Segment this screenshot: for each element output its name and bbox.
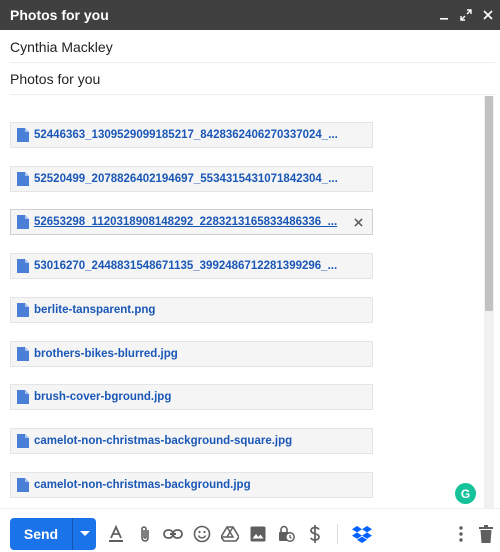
more-vert-icon: [459, 526, 463, 542]
close-button[interactable]: [478, 5, 498, 25]
insert-photo-button[interactable]: [246, 522, 270, 546]
attachment-chip[interactable]: camelot-non-christmas-background-square.…: [10, 428, 373, 454]
attachment-name[interactable]: 52446363_1309529099185217_84283624062703…: [34, 129, 372, 141]
send-label: Send: [10, 518, 73, 550]
insert-link-button[interactable]: [161, 522, 185, 546]
attachment-name[interactable]: camelot-non-christmas-background-square.…: [34, 435, 372, 447]
send-button[interactable]: Send: [10, 518, 96, 550]
attachment-name[interactable]: brothers-bikes-blurred.jpg: [34, 348, 372, 360]
emoji-icon: [193, 525, 211, 543]
grammarly-button[interactable]: G: [455, 483, 476, 504]
attachment-name[interactable]: camelot-non-christmas-background.jpg: [34, 479, 372, 491]
close-icon: [353, 217, 363, 227]
paperclip-icon: [141, 526, 149, 542]
attachment-name[interactable]: 53016270_2448831548671135_39924867122813…: [34, 260, 372, 272]
remove-attachment-button[interactable]: [348, 212, 368, 232]
attachment-chip[interactable]: 52446363_1309529099185217_84283624062703…: [10, 122, 373, 148]
send-money-button[interactable]: [303, 522, 327, 546]
lock-clock-icon: [279, 525, 295, 542]
compose-titlebar: Photos for you: [0, 0, 500, 30]
attachment-name[interactable]: berlite-tansparent.png: [34, 304, 372, 316]
file-icon: [17, 215, 29, 229]
dropbox-icon: [352, 526, 372, 543]
attachment-name[interactable]: 52653298_1120318908148292_22832131658334…: [34, 216, 348, 228]
trash-icon: [479, 525, 493, 543]
attachment-chip[interactable]: brothers-bikes-blurred.jpg: [10, 341, 373, 367]
file-icon: [17, 347, 29, 361]
recipients-field[interactable]: Cynthia Mackley: [10, 31, 495, 63]
grammarly-icon: G: [460, 486, 471, 501]
dollar-icon: [310, 525, 320, 543]
attachment-name[interactable]: 52520499_2078826402194697_55343154310718…: [34, 173, 372, 185]
file-icon: [17, 172, 29, 186]
recipient-name: Cynthia Mackley: [10, 38, 113, 55]
toolbar-divider: [337, 524, 338, 544]
attachment-chip[interactable]: 52520499_2078826402194697_55343154310718…: [10, 166, 373, 192]
more-send-options-button[interactable]: [73, 518, 96, 550]
drive-icon: [221, 526, 239, 542]
attach-files-button[interactable]: [133, 522, 157, 546]
attachment-chip[interactable]: berlite-tansparent.png: [10, 297, 373, 323]
chevron-down-icon: [79, 531, 90, 536]
file-icon: [17, 390, 29, 404]
subject-field[interactable]: Photos for you: [10, 63, 495, 95]
attachment-chip[interactable]: 53016270_2448831548671135_39924867122813…: [10, 253, 373, 279]
expand-icon: [460, 9, 472, 21]
file-icon: [17, 259, 29, 273]
fullscreen-button[interactable]: [456, 5, 476, 25]
scrollbar-thumb[interactable]: [485, 96, 493, 311]
attachment-chip[interactable]: brush-cover-bground.jpg: [10, 384, 373, 410]
formatting-options-button[interactable]: [104, 522, 128, 546]
image-icon: [250, 526, 266, 542]
link-icon: [163, 529, 183, 539]
file-icon: [17, 434, 29, 448]
file-icon: [17, 128, 29, 142]
discard-draft-button[interactable]: [474, 522, 498, 546]
file-icon: [17, 303, 29, 317]
close-icon: [483, 10, 493, 20]
compose-title: Photos for you: [10, 7, 109, 23]
attachment-chip[interactable]: 52653298_1120318908148292_22832131658334…: [10, 209, 373, 235]
minimize-button[interactable]: [434, 5, 454, 25]
confidential-mode-button[interactable]: [274, 522, 298, 546]
file-icon: [17, 478, 29, 492]
attachment-chip[interactable]: camelot-non-christmas-background.jpg: [10, 472, 373, 498]
text-format-icon: [109, 525, 123, 542]
compose-toolbar: Send: [0, 508, 500, 552]
more-options-button[interactable]: [449, 522, 473, 546]
dropbox-button[interactable]: [350, 522, 374, 546]
subject-text: Photos for you: [10, 70, 101, 87]
attachment-name[interactable]: brush-cover-bground.jpg: [34, 391, 372, 403]
minimize-icon: [440, 18, 448, 20]
message-body[interactable]: 52446363_1309529099185217_84283624062703…: [0, 96, 500, 506]
insert-emoji-button[interactable]: [190, 522, 214, 546]
insert-drive-button[interactable]: [218, 522, 242, 546]
